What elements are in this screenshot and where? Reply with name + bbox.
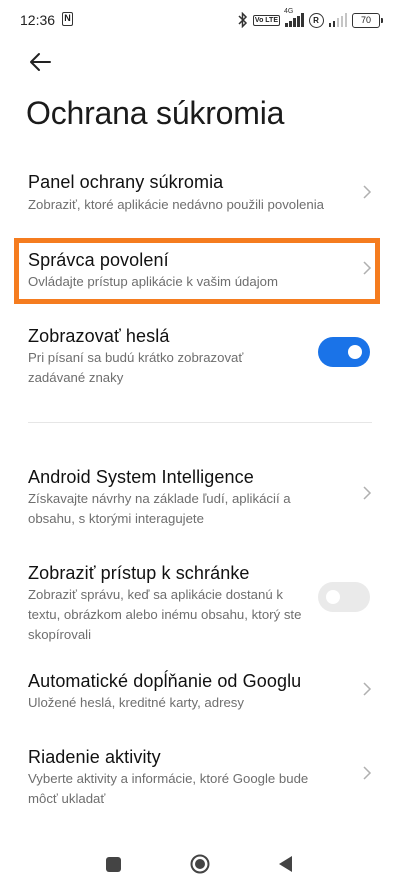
page-title: Ochrana súkromia (26, 95, 285, 131)
item-title: Riadenie aktivity (28, 747, 161, 767)
item-title: Zobraziť prístup k schránke (28, 563, 250, 583)
chevron-right-icon (363, 766, 372, 780)
chevron-right-icon (363, 261, 372, 275)
roaming-icon: R (308, 12, 324, 28)
back-triangle-icon[interactable] (276, 854, 294, 874)
list-item-android-system-intelligence[interactable]: Android System Intelligence Získavajte n… (0, 457, 400, 532)
network-type-label: 4G (284, 8, 294, 15)
show-passwords-toggle[interactable] (318, 337, 370, 367)
toggle-knob (326, 590, 340, 604)
signal-4g-icon: 4G (284, 8, 304, 27)
item-title: Správca povolení (28, 250, 169, 270)
section-divider (28, 422, 372, 423)
chevron-right-icon (363, 185, 372, 199)
item-subtitle: Pri písaní sa budú krátko zobrazovať zad… (28, 350, 244, 385)
home-circle-icon[interactable] (190, 854, 210, 874)
chevron-right-icon (363, 682, 372, 696)
item-subtitle: Uložené heslá, kreditné karty, adresy (28, 695, 244, 710)
clipboard-access-toggle[interactable] (318, 582, 370, 612)
recents-square-icon[interactable] (106, 857, 121, 872)
list-item-show-passwords[interactable]: Zobrazovať heslá Pri písaní sa budú krát… (0, 315, 400, 390)
signal-weak-icon (328, 13, 347, 27)
battery-icon: 70 (352, 12, 383, 28)
back-arrow-icon[interactable] (26, 48, 54, 76)
item-subtitle: Ovládajte prístup aplikácie k vašim údaj… (28, 274, 278, 289)
list-item-google-autofill[interactable]: Automatické dopĺňanie od Googlu Uložené … (0, 661, 400, 719)
status-time: 12:36 (20, 12, 56, 28)
status-bar: 12:36 N Vo LTE 4G R 70 (0, 0, 400, 40)
navigation-bar (0, 840, 400, 889)
status-icons: Vo LTE 4G R 70 (238, 8, 383, 30)
item-subtitle: Získavajte návrhy na základe ľudí, aplik… (28, 491, 291, 526)
volte-icon: Vo LTE (252, 14, 280, 26)
bluetooth-icon (238, 12, 247, 28)
item-title: Automatické dopĺňanie od Googlu (28, 671, 302, 691)
list-item-activity-controls[interactable]: Riadenie aktivity Vyberte aktivity a inf… (0, 737, 400, 812)
list-item-permission-manager[interactable]: Správca povolení Ovládajte prístup aplik… (0, 240, 400, 302)
item-subtitle: Vyberte aktivity a informácie, ktoré Goo… (28, 771, 309, 806)
item-subtitle: Zobraziť správu, keď sa aplikácie dostan… (28, 587, 302, 642)
list-item-privacy-dashboard[interactable]: Panel ochrany súkromia Zobraziť, ktoré a… (0, 162, 400, 222)
item-title: Android System Intelligence (28, 467, 254, 487)
item-title: Panel ochrany súkromia (28, 172, 224, 192)
nfc-icon: N (62, 12, 73, 26)
chevron-right-icon (363, 486, 372, 500)
list-item-clipboard-access[interactable]: Zobraziť prístup k schránke Zobraziť spr… (0, 553, 400, 643)
item-subtitle: Zobraziť, ktoré aplikácie nedávno použil… (28, 197, 324, 212)
item-title: Zobrazovať heslá (28, 326, 170, 346)
toggle-knob (348, 345, 362, 359)
